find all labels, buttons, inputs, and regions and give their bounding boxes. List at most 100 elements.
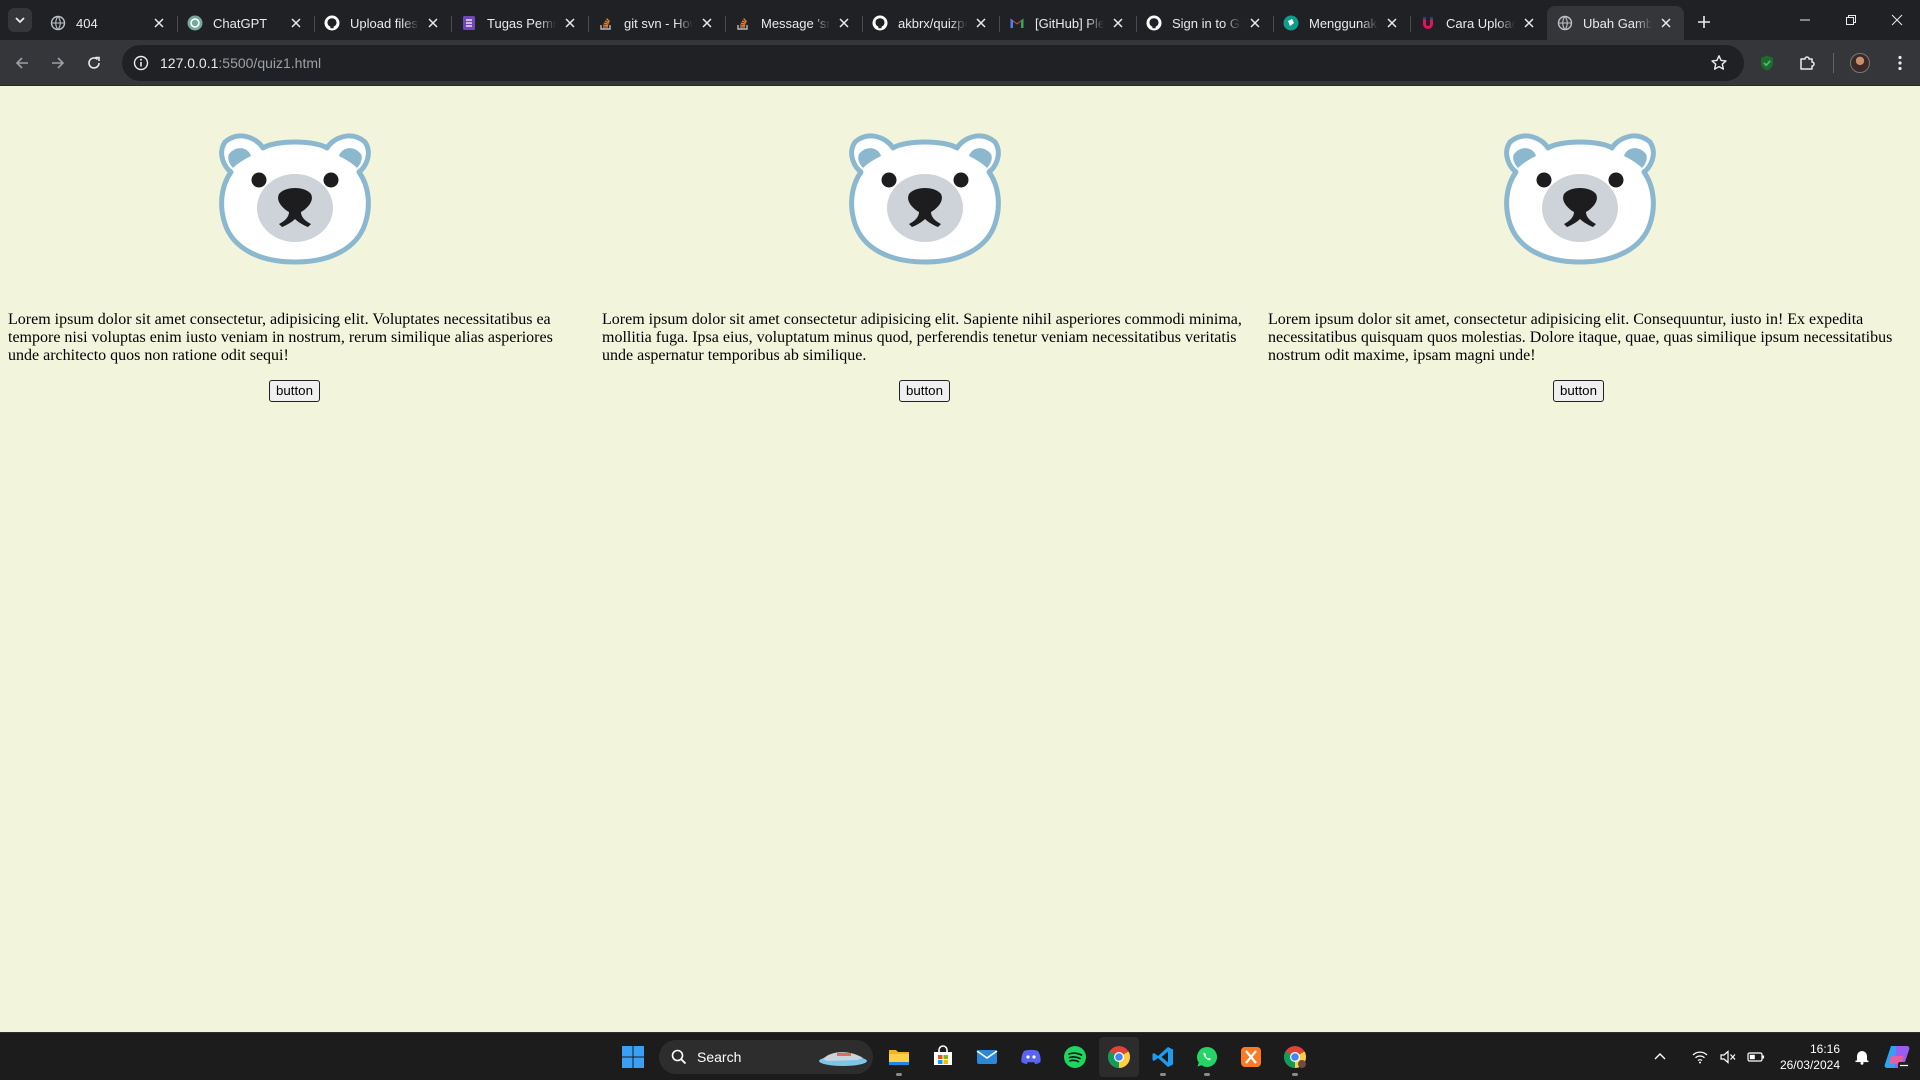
taskbar-file-explorer[interactable]	[879, 1037, 919, 1077]
tab-close-icon[interactable]	[562, 15, 578, 31]
tab[interactable]: [GitHub] Plea	[999, 6, 1136, 40]
tab[interactable]: Sign in to Git	[1136, 6, 1273, 40]
extension-shield-icon[interactable]	[1749, 45, 1785, 81]
restore-icon	[1846, 15, 1856, 25]
forms-icon	[461, 15, 477, 31]
tab-close-icon[interactable]	[151, 15, 167, 31]
tab-title: Message 'src	[761, 15, 830, 31]
clock-date: 26/03/2024	[1779, 1058, 1840, 1072]
address-bar[interactable]: 127.0.0.1:5500/quiz1.html	[122, 45, 1744, 81]
tab-title: Sign in to Git	[1172, 15, 1241, 31]
github-icon	[1146, 15, 1162, 31]
stackoverflow-icon	[598, 15, 614, 31]
taskbar-chrome[interactable]	[1099, 1037, 1139, 1077]
browser-menu-button[interactable]	[1882, 45, 1918, 81]
tab-active[interactable]: Ubah Gambar	[1547, 6, 1684, 40]
restore-button[interactable]	[1828, 0, 1874, 40]
tab[interactable]: 404	[40, 6, 177, 40]
tab[interactable]: Tugas Pemrog	[451, 6, 588, 40]
notification-bell-icon[interactable]	[1850, 1041, 1874, 1073]
tab[interactable]: ChatGPT	[177, 6, 314, 40]
tab-close-icon[interactable]	[288, 15, 304, 31]
tab-close-icon[interactable]	[836, 15, 852, 31]
taskbar-discord[interactable]	[1011, 1037, 1051, 1077]
back-button[interactable]	[5, 46, 39, 80]
close-icon	[1891, 14, 1903, 26]
taskbar-chrome-profile[interactable]	[1275, 1037, 1315, 1077]
tab[interactable]: Message 'src	[725, 6, 862, 40]
toolbar-divider	[1833, 53, 1834, 73]
minimize-icon	[1800, 19, 1810, 21]
taskbar-store[interactable]	[923, 1037, 963, 1077]
microsoft-store-icon	[934, 1045, 952, 1065]
tab-close-icon[interactable]	[1521, 15, 1537, 31]
taskbar-whatsapp[interactable]	[1187, 1037, 1227, 1077]
vscode-icon	[1152, 1047, 1173, 1067]
minimize-button[interactable]	[1782, 0, 1828, 40]
battery-icon[interactable]	[1744, 1041, 1768, 1073]
taskbar-mail[interactable]	[967, 1037, 1007, 1077]
forward-button[interactable]	[41, 46, 75, 80]
tab-close-icon[interactable]	[699, 15, 715, 31]
tab-search-button[interactable]	[8, 8, 32, 32]
start-button[interactable]	[613, 1037, 653, 1077]
tab-close-icon[interactable]	[1110, 15, 1126, 31]
tray-overflow-button[interactable]	[1648, 1041, 1672, 1073]
close-window-button[interactable]	[1874, 0, 1920, 40]
search-highlight-icon	[819, 1052, 867, 1066]
more-vertical-icon	[1898, 55, 1902, 71]
volume-muted-icon[interactable]	[1716, 1041, 1740, 1073]
tab-close-icon[interactable]	[1247, 15, 1263, 31]
tab-title: akbrx/quizpe	[898, 15, 967, 31]
plus-icon	[1698, 16, 1710, 28]
file-explorer-icon	[889, 1050, 909, 1065]
reload-icon	[88, 56, 100, 69]
card-button[interactable]: button	[269, 380, 320, 402]
tab-title: [GitHub] Plea	[1035, 15, 1104, 31]
globe-icon	[50, 15, 66, 31]
tab-close-icon[interactable]	[425, 15, 441, 31]
tab[interactable]: git svn - How	[588, 6, 725, 40]
site-info-icon[interactable]	[126, 48, 156, 78]
taskbar-vscode[interactable]	[1143, 1037, 1183, 1077]
arrow-left-icon	[15, 56, 28, 69]
discord-icon	[1021, 1049, 1041, 1064]
copilot-icon[interactable]	[1882, 1042, 1912, 1072]
wifi-icon[interactable]	[1688, 1041, 1712, 1073]
globe-icon	[1557, 15, 1573, 31]
tab-close-icon[interactable]	[1384, 15, 1400, 31]
card-text: Lorem ipsum dolor sit amet consectetur a…	[602, 311, 1242, 364]
window-controls	[1782, 0, 1920, 40]
tab[interactable]: Upload files	[314, 6, 451, 40]
tab-title: Upload files	[350, 15, 418, 31]
tab-title: 404	[76, 15, 98, 31]
taskbar-search[interactable]: Search	[659, 1040, 873, 1074]
taskbar-xampp[interactable]	[1231, 1037, 1271, 1077]
page-viewport: Lorem ipsum dolor sit amet consectetur, …	[0, 87, 1920, 1032]
new-tab-button[interactable]	[1690, 8, 1718, 36]
card-button[interactable]: button	[899, 380, 950, 402]
tab[interactable]: akbrx/quizpe	[862, 6, 999, 40]
github-icon	[324, 15, 340, 31]
tab-close-icon[interactable]	[1658, 15, 1674, 31]
taskbar: Search 16:16 26/03/2024	[0, 1032, 1920, 1080]
bookmark-star-icon[interactable]	[1704, 48, 1734, 78]
reload-button[interactable]	[77, 46, 111, 80]
tab-close-icon[interactable]	[973, 15, 989, 31]
taskbar-clock[interactable]: 16:16 26/03/2024	[1780, 1041, 1840, 1073]
taskbar-spotify[interactable]	[1055, 1037, 1095, 1077]
chevron-up-icon	[1654, 1053, 1666, 1060]
chrome-profile-icon	[1284, 1046, 1306, 1068]
browser-toolbar: 127.0.0.1:5500/quiz1.html	[0, 40, 1920, 86]
chevron-down-icon	[15, 17, 25, 24]
polar-bear-icon	[1504, 133, 1656, 265]
teal-app-icon	[1283, 15, 1299, 31]
tab[interactable]: Cara Upload	[1410, 6, 1547, 40]
taskbar-apps: Search	[611, 1033, 1317, 1080]
chrome-icon	[1108, 1046, 1130, 1068]
extensions-puzzle-icon[interactable]	[1789, 45, 1825, 81]
tab[interactable]: Menggunakan	[1273, 6, 1410, 40]
profile-avatar-button[interactable]	[1842, 45, 1878, 81]
spotify-icon	[1064, 1046, 1086, 1068]
card-button[interactable]: button	[1553, 380, 1604, 402]
